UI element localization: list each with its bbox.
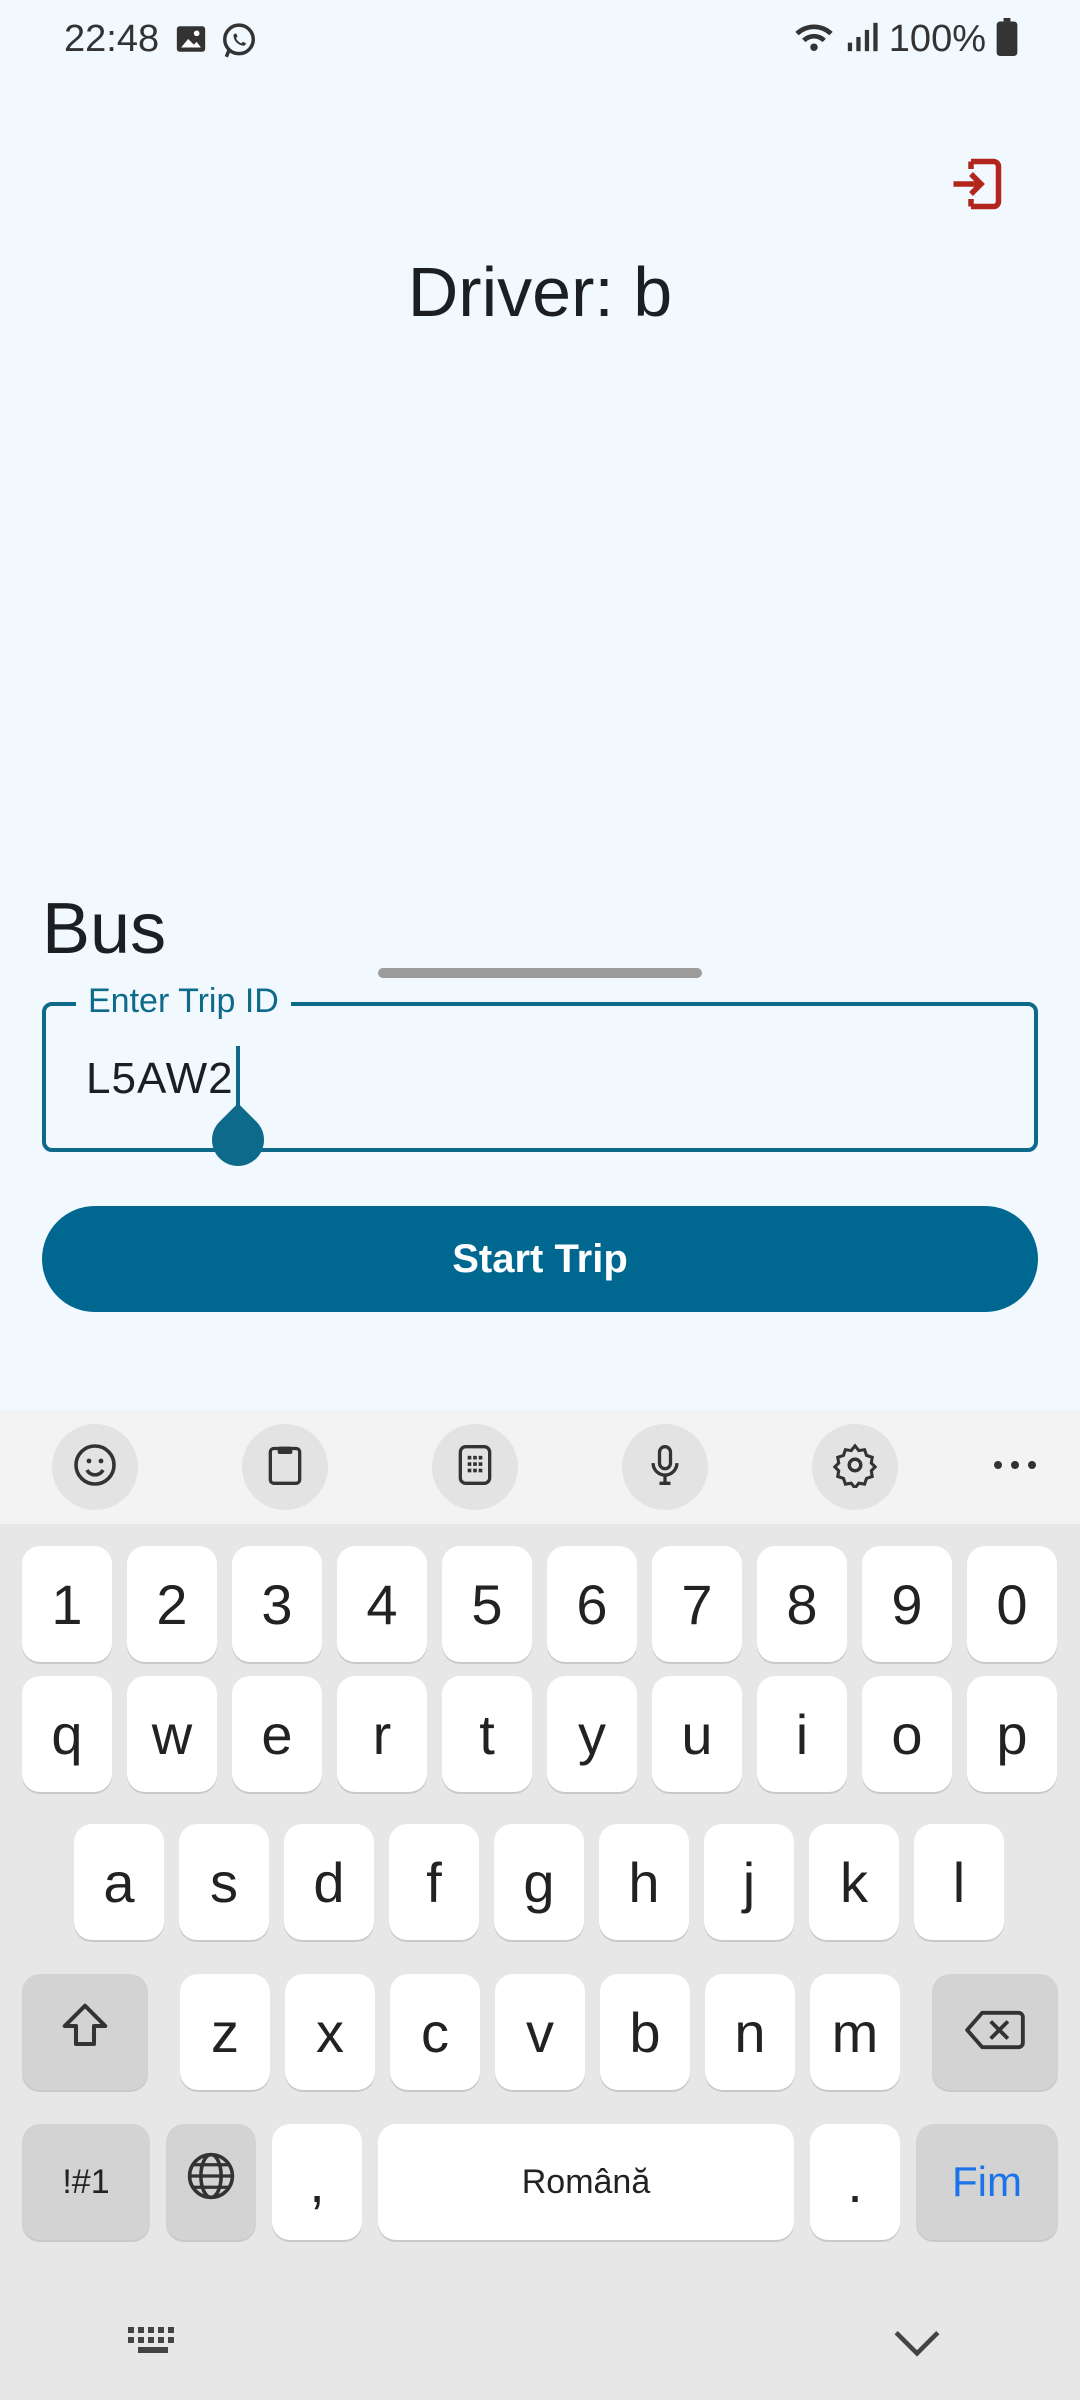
battery-percentage: 100% (888, 18, 986, 60)
key-y[interactable]: y (547, 1676, 637, 1792)
key-8[interactable]: 8 (757, 1546, 847, 1662)
keyboard-nav-bar (0, 2290, 1080, 2400)
key-c[interactable]: c (390, 1974, 480, 2090)
start-trip-button[interactable]: Start Trip (42, 1206, 1038, 1312)
key-4[interactable]: 4 (337, 1546, 427, 1662)
key-0[interactable]: 0 (967, 1546, 1057, 1662)
chevron-down-icon[interactable] (892, 2328, 942, 2363)
shift-key[interactable] (22, 1974, 148, 2090)
image-icon (174, 22, 208, 65)
key-r[interactable]: r (337, 1676, 427, 1792)
status-bar: 22:48 100% (0, 0, 1080, 80)
key-h[interactable]: h (599, 1824, 689, 1940)
key-2[interactable]: 2 (127, 1546, 217, 1662)
key-6[interactable]: 6 (547, 1546, 637, 1662)
key-j[interactable]: j (704, 1824, 794, 1940)
space-key[interactable]: Română (378, 2124, 794, 2240)
key-p[interactable]: p (967, 1676, 1057, 1792)
key-u[interactable]: u (652, 1676, 742, 1792)
caret-handle[interactable] (201, 1103, 275, 1177)
clipboard-button[interactable] (242, 1424, 328, 1510)
globe-icon (184, 2149, 238, 2216)
key-v[interactable]: v (495, 1974, 585, 2090)
key-d[interactable]: d (284, 1824, 374, 1940)
comma-key[interactable]: , (272, 2124, 362, 2240)
key-m[interactable]: m (810, 1974, 900, 2090)
key-a[interactable]: a (74, 1824, 164, 1940)
keyboard-settings-button[interactable] (812, 1424, 898, 1510)
keypad-icon (453, 1443, 497, 1492)
logout-icon (946, 154, 1006, 219)
emoji-button[interactable] (52, 1424, 138, 1510)
done-key[interactable]: Fim (916, 2124, 1058, 2240)
key-z[interactable]: z (180, 1974, 270, 2090)
home-indicator[interactable] (378, 968, 702, 978)
keyboard-toolbar (0, 1410, 1080, 1524)
key-f[interactable]: f (389, 1824, 479, 1940)
trip-id-input[interactable]: Enter Trip ID L5AW2 (42, 982, 1038, 1177)
wifi-icon (793, 20, 835, 59)
microphone-icon (643, 1443, 687, 1492)
signal-icon (845, 20, 879, 59)
key-s[interactable]: s (179, 1824, 269, 1940)
key-o[interactable]: o (862, 1676, 952, 1792)
key-9[interactable]: 9 (862, 1546, 952, 1662)
more-icon (992, 1458, 1038, 1476)
language-key[interactable] (166, 2124, 256, 2240)
voice-input-button[interactable] (622, 1424, 708, 1510)
battery-icon (996, 18, 1018, 61)
key-l[interactable]: l (914, 1824, 1004, 1940)
key-7[interactable]: 7 (652, 1546, 742, 1662)
more-options-button[interactable] (972, 1424, 1058, 1510)
trip-id-value[interactable]: L5AW2 (86, 1054, 234, 1104)
settings-icon (832, 1442, 878, 1493)
soft-keyboard: 1234567890 qwertyuiop asdfghjkl zxcvbnm … (0, 1410, 1080, 2400)
key-e[interactable]: e (232, 1676, 322, 1792)
key-b[interactable]: b (600, 1974, 690, 2090)
key-q[interactable]: q (22, 1676, 112, 1792)
clipboard-icon (263, 1443, 307, 1492)
trip-id-label: Enter Trip ID (76, 982, 291, 1021)
key-t[interactable]: t (442, 1676, 532, 1792)
period-key[interactable]: . (810, 2124, 900, 2240)
emoji-icon (71, 1441, 119, 1494)
key-i[interactable]: i (757, 1676, 847, 1792)
symbols-key[interactable]: !#1 (22, 2124, 150, 2240)
key-5[interactable]: 5 (442, 1546, 532, 1662)
key-x[interactable]: x (285, 1974, 375, 2090)
shift-icon (58, 1999, 112, 2066)
key-k[interactable]: k (809, 1824, 899, 1940)
keypad-button[interactable] (432, 1424, 518, 1510)
driver-title: Driver: b (407, 253, 673, 331)
keyboard-switch-icon[interactable] (126, 2324, 182, 2363)
backspace-key[interactable] (932, 1974, 1058, 2090)
key-3[interactable]: 3 (232, 1546, 322, 1662)
key-g[interactable]: g (494, 1824, 584, 1940)
key-w[interactable]: w (127, 1676, 217, 1792)
whatsapp-icon (220, 22, 258, 65)
text-caret (236, 1046, 240, 1110)
key-n[interactable]: n (705, 1974, 795, 2090)
key-1[interactable]: 1 (22, 1546, 112, 1662)
bus-section-label: Bus (42, 889, 167, 969)
status-time: 22:48 (64, 18, 160, 60)
logout-button[interactable] (944, 154, 1008, 218)
backspace-icon (965, 2000, 1025, 2065)
